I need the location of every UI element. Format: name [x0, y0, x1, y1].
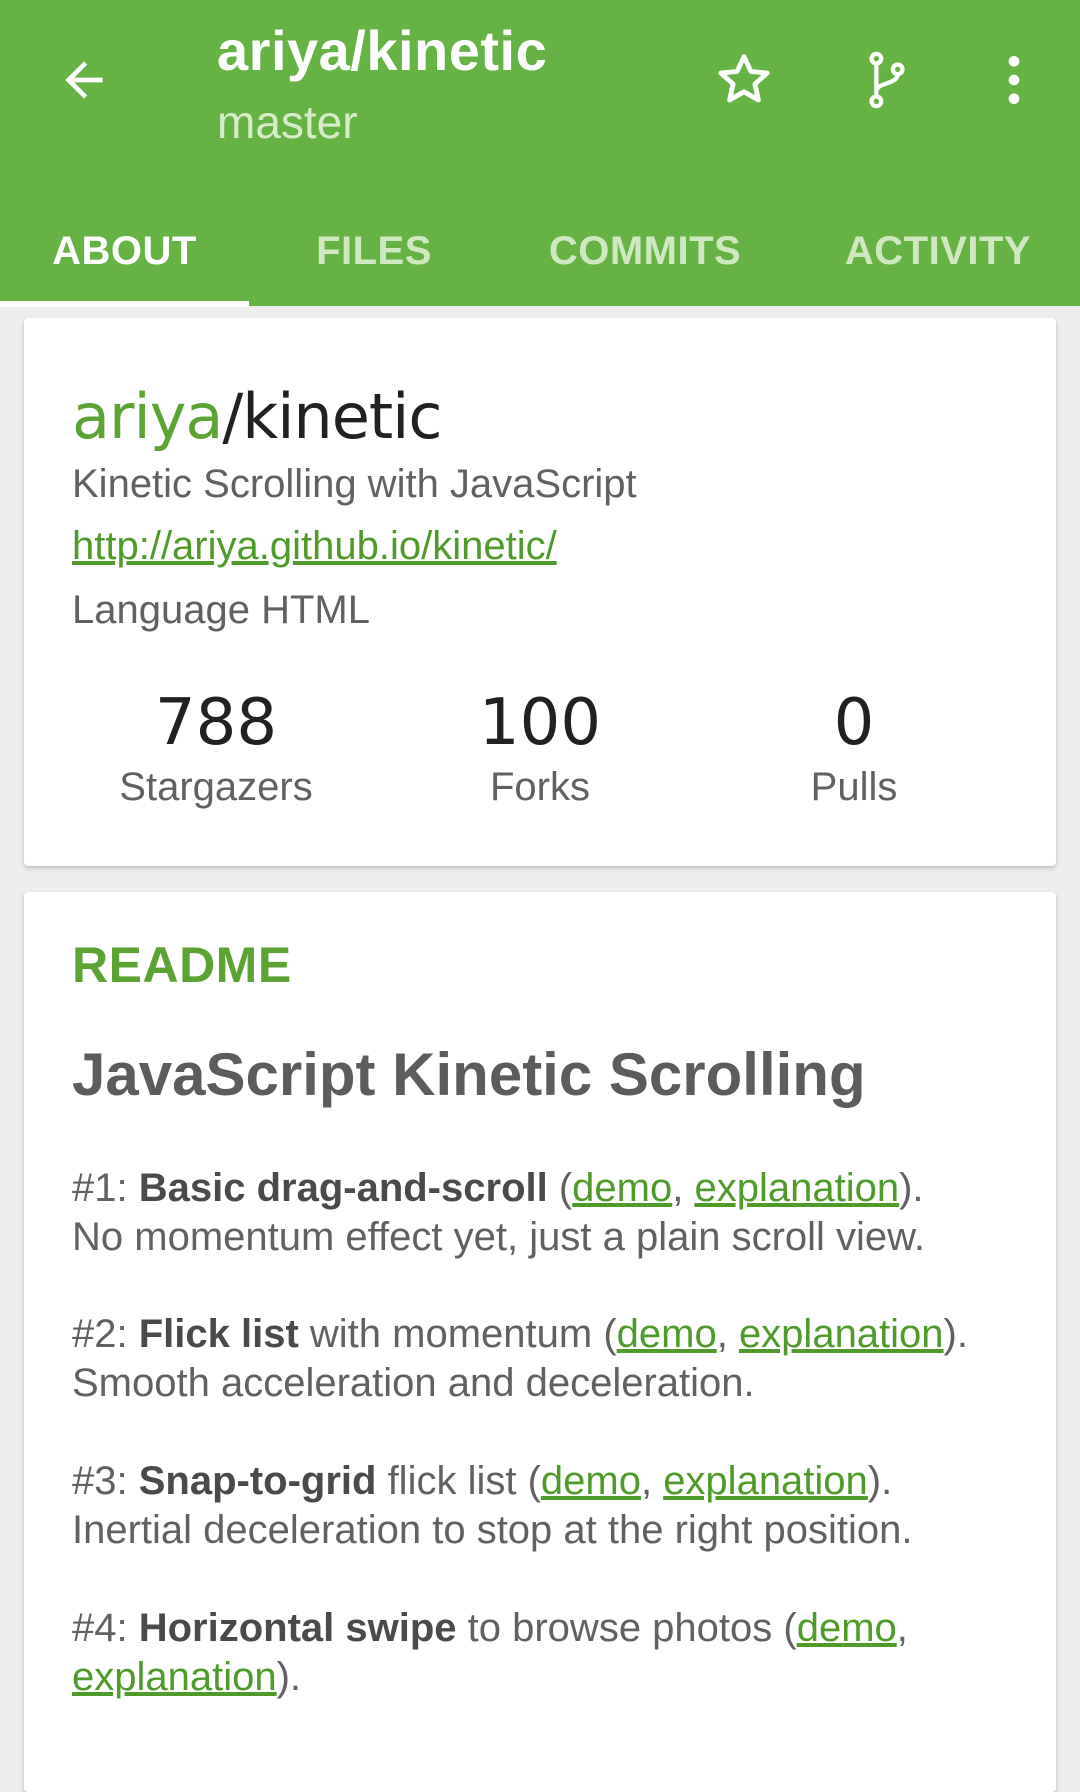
item-title: Flick list [138, 1312, 299, 1356]
stat-forks[interactable]: 100 Forks [390, 683, 690, 810]
tab-files[interactable]: FILES [274, 196, 474, 306]
star-icon[interactable] [702, 38, 786, 122]
item-description: No momentum effect yet, just a plain scr… [72, 1215, 925, 1259]
item-text: ). [943, 1312, 968, 1356]
readme-item: #3: Snap-to-grid flick list (demo, expla… [72, 1457, 1032, 1555]
repo-owner[interactable]: ariya [72, 380, 223, 453]
tab-activity[interactable]: ACTIVITY [820, 196, 1056, 306]
item-text: , [672, 1166, 695, 1210]
explanation-link[interactable]: explanation [739, 1312, 944, 1356]
more-vert-icon[interactable] [972, 38, 1056, 122]
item-description: Inertial deceleration to stop at the rig… [72, 1508, 913, 1552]
repo-language: Language HTML [72, 588, 370, 632]
pulls-count: 0 [833, 686, 875, 760]
readme-item: #4: Horizontal swipe to browse photos (d… [72, 1604, 1032, 1702]
item-number: #3: [72, 1459, 139, 1503]
explanation-link[interactable]: explanation [694, 1166, 899, 1210]
demo-link[interactable]: demo [572, 1166, 672, 1210]
item-text: , [640, 1459, 664, 1503]
branch-icon[interactable] [845, 38, 929, 122]
app-bar: ariya/kinetic master ABOUT FILES COMMITS… [0, 0, 1080, 307]
item-title: Horizontal swipe [138, 1606, 457, 1650]
forks-label: Forks [490, 765, 590, 809]
item-number: #1: [72, 1166, 139, 1210]
item-number: #4: [72, 1606, 139, 1650]
item-text: flick list ( [376, 1459, 541, 1503]
item-description: Smooth acceleration and deceleration. [72, 1361, 755, 1405]
readme-card: README JavaScript Kinetic Scrolling #1: … [24, 892, 1056, 1792]
readme-heading: JavaScript Kinetic Scrolling [72, 1041, 866, 1108]
demo-link[interactable]: demo [541, 1459, 641, 1503]
tab-commits[interactable]: COMMITS [530, 196, 760, 306]
demo-link[interactable]: demo [617, 1312, 717, 1356]
item-text: ). [899, 1166, 924, 1210]
stat-pulls[interactable]: 0 Pulls [704, 683, 1004, 810]
item-text: ). [867, 1459, 893, 1503]
tab-about[interactable]: ABOUT [0, 196, 249, 306]
demo-link[interactable]: demo [797, 1606, 897, 1650]
item-text: ( [547, 1166, 573, 1210]
tab-indicator [0, 301, 249, 307]
item-text: to browse photos ( [456, 1606, 797, 1650]
readme-title: README [72, 937, 292, 993]
repo-info-card: ariya/kinetic Kinetic Scrolling with Jav… [24, 318, 1056, 866]
item-title: Basic drag-and-scroll [138, 1166, 548, 1210]
back-arrow-icon[interactable] [48, 44, 120, 116]
readme-item: #2: Flick list with momentum (demo, expl… [72, 1310, 1032, 1408]
forks-count: 100 [478, 686, 602, 760]
tab-bar: ABOUT FILES COMMITS ACTIVITY [0, 196, 1080, 306]
explanation-link[interactable]: explanation [663, 1459, 868, 1503]
item-number: #2: [72, 1312, 139, 1356]
branch-subtitle: master [217, 96, 358, 148]
item-text: ). [276, 1655, 302, 1699]
item-text: , [716, 1312, 739, 1356]
repo-separator: / [222, 380, 243, 453]
pulls-label: Pulls [810, 765, 898, 809]
stargazers-label: Stargazers [119, 765, 313, 809]
explanation-link[interactable]: explanation [72, 1655, 277, 1699]
repo-homepage-link[interactable]: http://ariya.github.io/kinetic/ [72, 524, 557, 569]
item-title: Snap-to-grid [138, 1459, 377, 1503]
item-text: with momentum ( [298, 1312, 617, 1356]
item-text: , [896, 1606, 908, 1650]
readme-item: #1: Basic drag-and-scroll (demo, explana… [72, 1164, 1032, 1262]
repo-full-name: ariya/kinetic [72, 380, 443, 453]
stat-stargazers[interactable]: 788 Stargazers [66, 683, 366, 810]
repo-title: ariya/kinetic [217, 19, 548, 82]
repo-name: kinetic [242, 380, 442, 453]
stargazers-count: 788 [154, 686, 278, 760]
repo-description: Kinetic Scrolling with JavaScript [72, 462, 637, 506]
